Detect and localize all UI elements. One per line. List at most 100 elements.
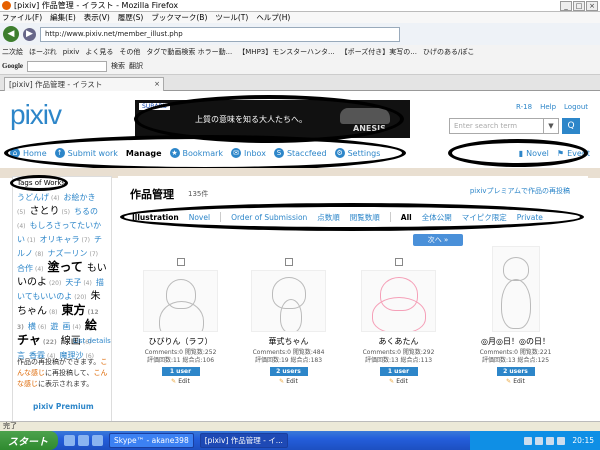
tray-icon[interactable] — [524, 436, 533, 445]
total-score: 総合点:106 — [182, 357, 215, 364]
work-checkbox[interactable] — [176, 258, 185, 266]
pixiv-logo[interactable]: pixiv — [10, 99, 62, 131]
work-title[interactable]: あくあたん — [356, 336, 441, 347]
repost-premium-link[interactable]: pixivプレミアムで作品の再投稿 — [470, 186, 570, 196]
edit-link[interactable]: ✎ Edit — [138, 378, 223, 385]
browser-titlebar: [pixiv] 作品管理 - イラスト - Mozilla Firefox _ … — [0, 0, 600, 12]
bookmark-users-badge[interactable]: 1 user — [161, 367, 200, 376]
premium-note-text: に表示されます。 — [38, 380, 94, 388]
tag-link[interactable]: 画 (4) — [62, 322, 83, 331]
edit-link[interactable]: ✎ Edit — [246, 378, 331, 385]
bookmark-item[interactable]: 【ポーズ付き】実写の... — [341, 47, 417, 57]
bookmark-item[interactable]: よく見る — [85, 47, 113, 57]
views-count: 閲覧数:292 — [402, 349, 435, 356]
tag-link[interactable]: 横 (6) — [28, 322, 49, 331]
search-dropdown[interactable]: ▼ — [543, 118, 558, 134]
work-title[interactable]: 華式ちゃん — [246, 336, 331, 347]
r18-link[interactable]: R-18 — [516, 103, 532, 111]
tag-link[interactable]: ナズーリン (7) — [48, 249, 101, 258]
desktop-icon[interactable] — [92, 435, 103, 446]
tag-link[interactable]: 合作 (4) — [17, 264, 46, 273]
bookmark-item[interactable]: pixiv — [63, 48, 80, 56]
tag-text: ナズーリン — [47, 249, 88, 258]
menu-history[interactable]: 履歴(S) — [118, 12, 144, 23]
forward-button[interactable]: ▶ — [23, 27, 36, 41]
total-score: 総合点:125 — [517, 357, 550, 364]
back-button[interactable]: ◀ — [3, 26, 19, 42]
tray-icon[interactable] — [546, 436, 555, 445]
help-link[interactable]: Help — [540, 103, 556, 111]
edit-label: Edit — [396, 378, 408, 385]
pixiv-premium-link[interactable]: pixiv Premium — [33, 402, 94, 411]
ink-annotation — [120, 203, 584, 231]
bookmark-users-badge[interactable]: 2 users — [269, 367, 308, 376]
tags-sidebar: Tags of Works うどんげ (4) お絵かき(5) さとり (5) ちるの(4)… — [12, 176, 112, 421]
next-page-button[interactable]: 次へ » — [413, 234, 463, 246]
tag-link[interactable]: 遊 — [50, 322, 60, 331]
firefox-icon[interactable] — [64, 435, 75, 446]
tag-link[interactable]: 天子 (4) — [65, 278, 94, 287]
work-title[interactable]: ◎月◎日！◎の日！ — [473, 336, 558, 347]
logout-link[interactable]: Logout — [564, 103, 588, 111]
tray-icon[interactable] — [535, 436, 544, 445]
tag-link[interactable]: オリキャラ (7) — [40, 235, 93, 244]
menu-tools[interactable]: ツール(T) — [215, 12, 248, 23]
google-toolbar: Google 検索 翻訳 — [0, 58, 600, 75]
bookmark-item[interactable]: 【MHP3】モンスターハンタ... — [238, 47, 334, 57]
menu-view[interactable]: 表示(V) — [84, 12, 110, 23]
bookmark-item[interactable]: ほーぷれ — [29, 47, 57, 57]
google-search-button[interactable]: 検索 — [111, 61, 125, 71]
bookmark-item[interactable]: その他 — [119, 47, 140, 57]
quick-launch — [64, 435, 103, 446]
edit-link[interactable]: ✎ Edit — [356, 378, 441, 385]
maximize-button[interactable]: □ — [573, 1, 585, 11]
page-title: 作品管理 — [130, 188, 174, 201]
work-thumbnail[interactable] — [143, 270, 218, 332]
menu-help[interactable]: ヘルプ(H) — [256, 12, 290, 23]
pencil-icon: ✎ — [389, 378, 395, 385]
media-icon[interactable] — [78, 435, 89, 446]
ratings-count: 評価回数:13 — [364, 357, 399, 364]
bookmark-users-badge[interactable]: 2 users — [496, 367, 535, 376]
tag-count: (4) — [72, 324, 81, 331]
minimize-button[interactable]: _ — [560, 1, 572, 11]
tag-link[interactable]: さとり (5) — [30, 206, 73, 217]
search-button[interactable]: Q — [562, 118, 580, 134]
start-button[interactable]: スタート — [0, 431, 58, 450]
google-search-input[interactable] — [27, 60, 107, 72]
menu-file[interactable]: ファイル(F) — [2, 12, 42, 23]
premium-note: 作品の再投稿ができます。こんな感じに再投稿して、こんな感じに表示されます。 — [17, 357, 112, 390]
work-checkbox[interactable] — [284, 258, 293, 266]
tag-link[interactable]: 塗って — [48, 260, 85, 274]
tag-text: 塗って — [47, 260, 83, 274]
menu-edit[interactable]: 編集(E) — [50, 12, 76, 23]
tag-count: (5) — [17, 209, 26, 216]
tag-count: (6) — [37, 324, 47, 331]
work-stats: Comments:0 閲覧数:292 評価回数:13 総合点:113 — [356, 349, 441, 365]
list-details-link[interactable]: List details — [73, 337, 111, 345]
pencil-icon: ✎ — [279, 378, 285, 385]
bookmark-item[interactable]: ひげのある/ぽこ — [423, 47, 474, 57]
tag-count: (8) — [49, 309, 58, 316]
bookmark-users-badge[interactable]: 1 user — [379, 367, 418, 376]
tab-pixiv[interactable]: [pixiv] 作品管理 - イラスト × — [4, 77, 164, 91]
taskbar-firefox[interactable]: [pixiv] 作品管理 - イ... — [199, 433, 288, 448]
work-checkbox[interactable] — [394, 258, 403, 266]
taskbar-skype[interactable]: Skype™ - akane398 — [109, 433, 194, 448]
menu-bookmarks[interactable]: ブックマーク(B) — [151, 12, 207, 23]
tag-count: (20) — [74, 294, 87, 301]
tag-link[interactable]: うどんげ (4) — [17, 193, 62, 202]
work-thumbnail[interactable] — [251, 270, 326, 332]
bookmark-item[interactable]: 二次絵 — [2, 47, 23, 57]
url-bar[interactable]: http://www.pixiv.net/member_illust.php — [40, 26, 400, 42]
tab-close-icon[interactable]: × — [154, 80, 160, 88]
total-score: 総合点:113 — [400, 357, 433, 364]
close-window-button[interactable]: × — [586, 1, 598, 11]
work-thumbnail[interactable] — [491, 246, 540, 332]
bookmark-item[interactable]: タグで動画検索 ホラー動... — [146, 47, 232, 57]
work-title[interactable]: ひびりん（ラフ） — [138, 336, 223, 347]
volume-icon[interactable] — [557, 436, 566, 445]
work-thumbnail[interactable] — [361, 270, 436, 332]
edit-link[interactable]: ✎ Edit — [473, 378, 558, 385]
google-translate-button[interactable]: 翻訳 — [129, 61, 143, 71]
